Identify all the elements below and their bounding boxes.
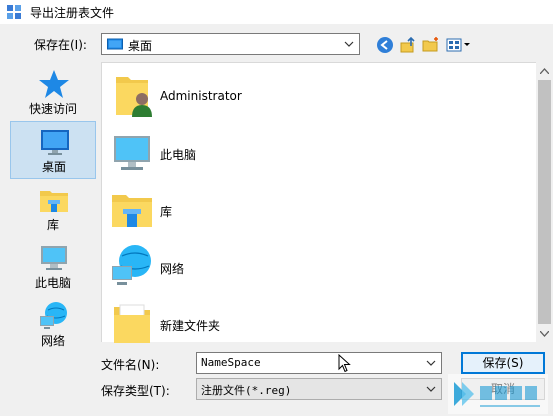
filetype-label: 保存类型(T):: [101, 384, 170, 398]
vertical-scrollbar[interactable]: [536, 62, 553, 342]
file-name: 网络: [160, 262, 185, 276]
regedit-icon: [7, 5, 21, 19]
up-folder-button[interactable]: [398, 35, 418, 55]
title-bar: 导出注册表文件: [0, 0, 553, 24]
star-icon: [39, 70, 69, 98]
scroll-up-button[interactable]: [536, 62, 553, 79]
view-menu-icon: [446, 38, 470, 52]
chevron-down-icon: [540, 330, 549, 337]
computer-icon: [114, 136, 150, 170]
chevron-down-icon: [426, 386, 436, 392]
filename-value: NameSpace: [201, 356, 261, 369]
scroll-thumb[interactable]: [538, 80, 551, 324]
file-name: 此电脑: [160, 148, 197, 162]
place-desktop[interactable]: 桌面: [10, 121, 96, 179]
new-folder-icon: [422, 37, 438, 52]
chevron-down-icon: [344, 41, 354, 47]
filetype-value: 注册文件(*.reg): [201, 384, 292, 397]
scroll-down-button[interactable]: [536, 325, 553, 342]
network-icon: [112, 245, 151, 285]
folder-icon: [114, 304, 150, 343]
chevron-down-icon[interactable]: [424, 356, 438, 370]
place-label: 库: [46, 218, 59, 232]
look-in-combo[interactable]: 桌面: [101, 33, 360, 55]
file-item-administrator[interactable]: Administrator: [106, 68, 406, 122]
back-button[interactable]: [375, 35, 395, 55]
mouse-cursor-icon: [338, 354, 351, 373]
window-title: 导出注册表文件: [30, 6, 115, 20]
file-item-network[interactable]: 网络: [106, 239, 406, 293]
file-item-library[interactable]: 库: [106, 182, 406, 236]
save-button[interactable]: 保存(S): [461, 352, 545, 374]
file-item-this-pc[interactable]: 此电脑: [106, 125, 406, 179]
place-this-pc[interactable]: 此电脑: [10, 238, 96, 296]
place-library[interactable]: 库: [10, 180, 96, 238]
file-name: 库: [160, 205, 173, 219]
network-icon: [40, 302, 67, 329]
place-label: 桌面: [41, 160, 66, 174]
up-folder-icon: [400, 36, 415, 53]
chevron-up-icon: [540, 67, 549, 74]
desktop-icon: [41, 130, 69, 155]
view-menu-button[interactable]: [446, 35, 472, 55]
place-network[interactable]: 网络: [10, 296, 96, 354]
file-name: 新建文件夹: [160, 319, 221, 333]
watermark-logo: [448, 374, 548, 414]
place-label: 网络: [40, 334, 65, 348]
filetype-select[interactable]: 注册文件(*.reg): [196, 378, 442, 400]
filename-input[interactable]: NameSpace: [196, 352, 442, 374]
file-name: Administrator: [160, 89, 242, 103]
places-bar: 快速访问 桌面 库 此电脑 网络: [7, 62, 96, 416]
desktop-small-icon: [107, 38, 123, 50]
back-arrow-icon: [377, 37, 393, 53]
place-quick-access[interactable]: 快速访问: [10, 64, 96, 122]
place-label: 此电脑: [34, 276, 71, 290]
library-icon: [112, 195, 152, 227]
look-in-value: 桌面: [128, 39, 153, 53]
computer-icon: [41, 246, 67, 270]
file-item-new-folder[interactable]: 新建文件夹: [106, 296, 406, 350]
filename-label: 文件名(N):: [101, 358, 160, 372]
user-folder-icon: [116, 77, 152, 117]
new-folder-button[interactable]: [421, 35, 441, 55]
look-in-label: 保存在(I):: [34, 38, 87, 52]
library-icon: [40, 191, 68, 212]
file-list[interactable]: Administrator 此电脑 库 网络 新建文件夹: [101, 62, 536, 343]
place-label: 快速访问: [28, 102, 77, 116]
